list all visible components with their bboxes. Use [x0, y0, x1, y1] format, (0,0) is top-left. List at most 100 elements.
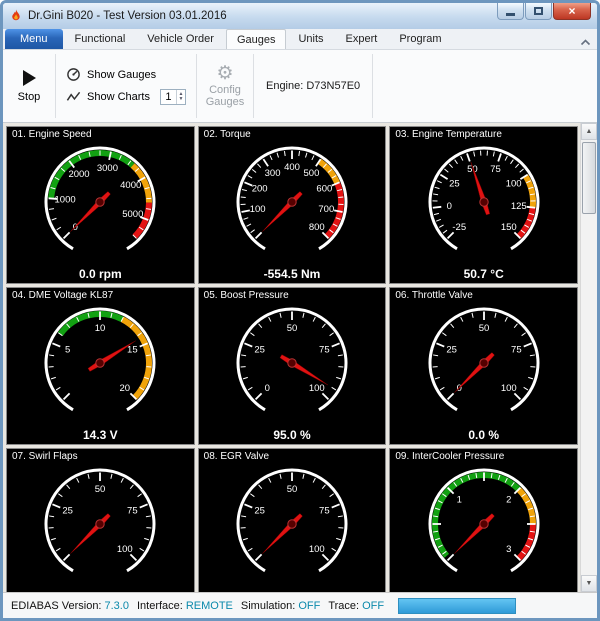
maximize-button[interactable] — [525, 3, 552, 20]
svg-text:-25: -25 — [452, 222, 466, 233]
svg-text:50: 50 — [95, 484, 106, 495]
gauge-tile: 01. Engine Speed0100020003000400050000.0… — [6, 126, 195, 284]
show-gauges-button[interactable]: Show Gauges — [66, 67, 186, 82]
gauge-tile: 08. EGR Valve255075100 — [198, 448, 387, 592]
svg-text:4000: 4000 — [120, 180, 141, 191]
stop-button[interactable]: Stop — [3, 52, 55, 120]
minimize-button[interactable] — [497, 3, 524, 20]
titlebar[interactable]: Dr.Gini B020 - Test Version 03.01.2016 × — [3, 3, 597, 29]
status-bar: EDIABAS Version:7.3.0Interface:REMOTESim… — [3, 592, 597, 618]
gauge-dial: 123 — [392, 462, 576, 583]
svg-text:3: 3 — [506, 544, 511, 555]
gauge-tile: 03. Engine Temperature-25025507510012515… — [389, 126, 578, 284]
svg-text:100: 100 — [309, 383, 325, 394]
config-gauges-button[interactable]: ⚙ Config Gauges — [197, 52, 253, 120]
gauge-dial: 010002000300040005000 — [8, 140, 192, 261]
gauge-tile: 04. DME Voltage KL87510152014.3 V — [6, 287, 195, 445]
gauge-dial: 255075100 — [200, 462, 384, 583]
svg-text:300: 300 — [265, 168, 281, 179]
svg-text:75: 75 — [490, 164, 501, 175]
tab-program[interactable]: Program — [389, 29, 451, 49]
tab-gauges[interactable]: Gauges — [226, 29, 287, 49]
chart-line-icon — [66, 90, 81, 105]
status-value: 7.3.0 — [105, 600, 129, 612]
scroll-up-icon: ▲ — [586, 128, 593, 135]
svg-text:20: 20 — [120, 383, 131, 394]
maximize-icon — [534, 7, 543, 15]
show-gauges-label: Show Gauges — [87, 69, 156, 81]
svg-text:25: 25 — [449, 178, 460, 189]
svg-text:75: 75 — [319, 345, 330, 356]
svg-text:0: 0 — [265, 383, 270, 394]
tab-list: FunctionalVehicle OrderGaugesUnitsExpert… — [65, 29, 452, 49]
engine-label: Engine: D73N57E0 — [266, 80, 360, 92]
close-icon: × — [568, 4, 575, 18]
tab-functional[interactable]: Functional — [65, 29, 136, 49]
spinner-down-icon[interactable]: ▼ — [179, 97, 184, 102]
window-controls: × — [497, 3, 591, 20]
gauge-tile: 09. InterCooler Pressure123 — [389, 448, 578, 592]
gauge-tile: 06. Throttle Valve02550751000.0 % — [389, 287, 578, 445]
status-value: OFF — [362, 600, 384, 612]
svg-text:100: 100 — [117, 544, 133, 555]
gauge-title: 03. Engine Temperature — [395, 129, 502, 140]
svg-text:2: 2 — [506, 494, 511, 505]
gauge-title: 01. Engine Speed — [12, 129, 92, 140]
svg-text:1000: 1000 — [55, 195, 76, 206]
svg-text:700: 700 — [318, 204, 334, 215]
scroll-down-button[interactable]: ▼ — [581, 575, 597, 592]
status-value: OFF — [298, 600, 320, 612]
svg-text:200: 200 — [252, 184, 268, 195]
status-label: EDIABAS Version: — [11, 600, 102, 612]
close-button[interactable]: × — [553, 3, 591, 20]
tab-expert[interactable]: Expert — [336, 29, 388, 49]
show-group: Show Gauges Show Charts 1 ▲ ▼ — [56, 52, 196, 120]
svg-text:150: 150 — [500, 222, 516, 233]
gauge-dial: 255075100 — [8, 462, 192, 583]
scroll-up-button[interactable]: ▲ — [581, 123, 597, 140]
gauge-title: 07. Swirl Flaps — [12, 451, 78, 462]
svg-text:75: 75 — [511, 345, 522, 356]
svg-text:25: 25 — [446, 345, 457, 356]
charts-count-spinner[interactable]: 1 ▲ ▼ — [160, 89, 186, 105]
gauge-value: 95.0 % — [199, 428, 386, 442]
spinner-arrows-icon[interactable]: ▲ ▼ — [176, 90, 185, 104]
gauge-title: 04. DME Voltage KL87 — [12, 290, 113, 301]
ribbon-collapse-chevron-icon[interactable] — [580, 39, 591, 46]
tab-units[interactable]: Units — [288, 29, 333, 49]
gauge-title: 09. InterCooler Pressure — [395, 451, 504, 462]
gauge-tile: 02. Torque100200300400500600700800-554.5… — [198, 126, 387, 284]
menu-button[interactable]: Menu — [5, 29, 63, 49]
scrollbar-thumb[interactable] — [582, 142, 596, 214]
svg-text:3000: 3000 — [97, 163, 118, 174]
status-segments: EDIABAS Version:7.3.0Interface:REMOTESim… — [11, 600, 392, 612]
svg-text:5: 5 — [65, 345, 70, 356]
svg-text:25: 25 — [254, 506, 265, 517]
gauge-tile: 07. Swirl Flaps255075100 — [6, 448, 195, 592]
gauge-dial: 100200300400500600700800 — [200, 140, 384, 261]
svg-text:2000: 2000 — [69, 169, 90, 180]
gauge-value: 0.0 % — [390, 428, 577, 442]
svg-text:0: 0 — [446, 201, 451, 212]
status-label: Simulation: — [241, 600, 295, 612]
svg-text:75: 75 — [127, 506, 138, 517]
play-icon — [23, 70, 36, 86]
gauge-grid: 01. Engine Speed0100020003000400050000.0… — [3, 123, 580, 592]
scroll-down-icon: ▼ — [586, 580, 593, 587]
svg-text:5000: 5000 — [123, 209, 144, 220]
svg-text:50: 50 — [478, 323, 489, 334]
show-charts-button[interactable]: Show Charts 1 ▲ ▼ — [66, 89, 186, 105]
app-window: Dr.Gini B020 - Test Version 03.01.2016 ×… — [0, 0, 600, 621]
vertical-scrollbar[interactable]: ▲ ▼ — [580, 123, 597, 592]
gauge-value: -554.5 Nm — [199, 267, 386, 281]
svg-text:25: 25 — [254, 345, 265, 356]
svg-text:15: 15 — [127, 345, 138, 356]
window-title: Dr.Gini B020 - Test Version 03.01.2016 — [28, 10, 227, 22]
gauge-dial: -250255075100125150 — [392, 140, 576, 261]
svg-text:400: 400 — [284, 162, 300, 173]
tab-vehicle-order[interactable]: Vehicle Order — [137, 29, 224, 49]
gauge-title: 02. Torque — [204, 129, 251, 140]
charts-count-value: 1 — [161, 90, 176, 104]
svg-text:125: 125 — [511, 201, 527, 212]
gauge-title: 08. EGR Valve — [204, 451, 269, 462]
